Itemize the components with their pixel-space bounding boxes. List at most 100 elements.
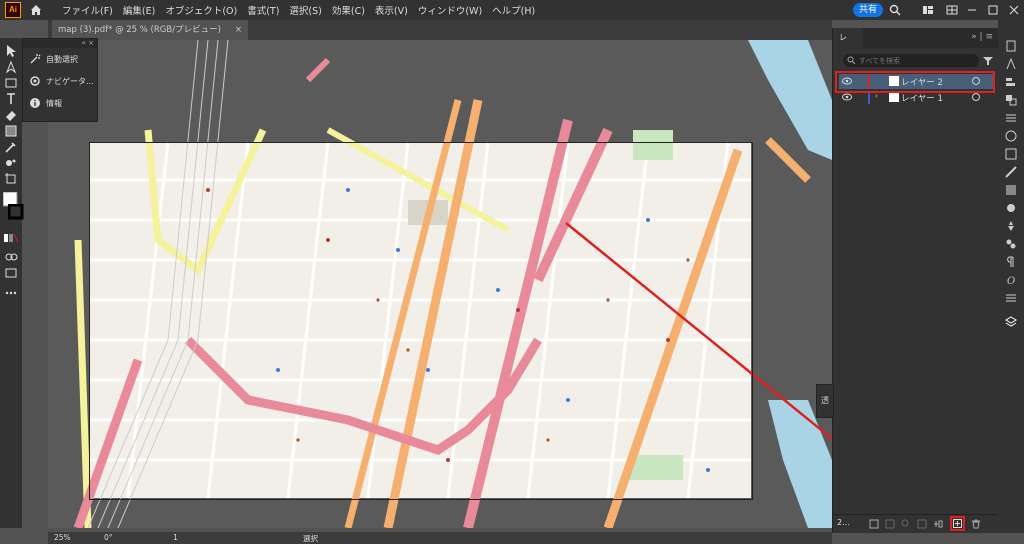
layers-icon[interactable] <box>1005 316 1017 328</box>
layers-search[interactable] <box>843 54 979 67</box>
new-sublayer-icon[interactable] <box>933 519 943 529</box>
share-button[interactable]: 共有 <box>853 3 883 17</box>
layer-target-icon[interactable] <box>972 93 980 101</box>
panel-item-label: 情報 <box>46 98 62 108</box>
zoom-level[interactable]: 25% <box>54 533 71 542</box>
app-logo: Ai <box>5 2 21 18</box>
pen-tool-icon[interactable] <box>4 60 18 74</box>
close-icon[interactable] <box>1008 4 1020 16</box>
panel-item-label: 自動選択 <box>46 54 78 64</box>
symbols-icon[interactable] <box>1005 220 1017 232</box>
artboard-number[interactable]: 1 <box>173 533 178 542</box>
rotation-value[interactable]: 0° <box>104 533 113 542</box>
document-tab-title: map (3).pdf* @ 25 % (RGB/プレビュー) <box>58 25 221 35</box>
stroke-swatch-icon[interactable] <box>8 204 24 220</box>
menu-type[interactable]: 書式(T) <box>242 3 284 17</box>
layers-panel-footer: 2... <box>833 514 999 533</box>
status-bar: 25% 0° 1 選択 <box>48 532 832 544</box>
expand-chevron-icon[interactable]: › <box>875 92 878 100</box>
panel-item-navigator[interactable]: ナビゲータ... <box>23 70 97 92</box>
search-icon <box>847 56 856 65</box>
artboards-icon[interactable] <box>1005 292 1017 304</box>
new-layer-icon <box>953 519 962 528</box>
new-layer-button[interactable] <box>950 516 965 531</box>
pathfinder-icon[interactable] <box>1005 94 1017 106</box>
layers-panel: レ » | ≡ レイヤー 2 › レイヤー 1 2... <box>832 28 999 533</box>
paragraph-icon[interactable] <box>1005 256 1017 268</box>
panel-item-label: ナビゲータ... <box>46 76 94 86</box>
layer-name[interactable]: レイヤー 1 <box>901 92 943 104</box>
rectangle-tool-icon[interactable] <box>4 76 18 90</box>
document-tab-bar: map (3).pdf* @ 25 % (RGB/プレビュー) × <box>48 20 832 40</box>
align-icon[interactable] <box>1005 76 1017 88</box>
color-guide-icon[interactable] <box>1005 130 1017 142</box>
collapsed-panels-flyout: « × 自動選択 ナビゲータ... 情報 <box>22 38 98 122</box>
panel-item-magic-wand[interactable]: 自動選択 <box>23 48 97 70</box>
current-tool: 選択 <box>303 534 318 543</box>
color-mode-icons[interactable] <box>4 232 18 246</box>
close-tab-icon[interactable]: × <box>235 20 242 40</box>
home-icon[interactable] <box>29 3 43 17</box>
menu-effect[interactable]: 効果(C) <box>327 3 370 17</box>
search-icon[interactable] <box>889 4 901 16</box>
menu-help[interactable]: ヘルプ(H) <box>487 3 540 17</box>
eyedropper-tool-icon[interactable] <box>4 140 18 154</box>
layer-thumbnail <box>889 92 899 102</box>
panel-tabs: レ » | ≡ <box>833 28 999 48</box>
tab-layers[interactable]: レ <box>833 28 863 48</box>
panel-menu-icon[interactable]: » | ≡ <box>971 32 993 42</box>
workspace-icon[interactable] <box>922 4 934 16</box>
info-icon <box>30 98 40 108</box>
filter-icon[interactable] <box>983 56 993 66</box>
character-icon[interactable] <box>1005 58 1017 70</box>
gradient-tool-icon[interactable] <box>4 124 18 138</box>
make-clipping-mask-icon[interactable] <box>917 519 927 529</box>
eraser-tool-icon[interactable] <box>4 108 18 122</box>
menu-bar: Ai ファイル(F) 編集(E) オブジェクト(O) 書式(T) 選択(S) 効… <box>0 0 1024 20</box>
minimize-icon[interactable] <box>966 4 978 16</box>
gradient-icon[interactable] <box>1005 184 1017 196</box>
magic-wand-icon <box>30 54 41 64</box>
symbol-sprayer-icon[interactable] <box>4 156 18 170</box>
menu-view[interactable]: 表示(V) <box>370 3 413 17</box>
highlight-box <box>835 71 995 93</box>
artboard-tool-icon[interactable] <box>4 172 18 186</box>
document-tab[interactable]: map (3).pdf* @ 25 % (RGB/プレビュー) × <box>52 20 248 40</box>
stroke-icon[interactable] <box>1005 166 1017 178</box>
draw-mode-icon[interactable] <box>4 250 18 264</box>
brushes-icon[interactable] <box>1005 238 1017 250</box>
transform-icon[interactable] <box>1005 112 1017 124</box>
trash-icon[interactable] <box>971 519 981 529</box>
artboard-border <box>89 142 753 500</box>
eye-icon[interactable] <box>842 93 852 101</box>
appearance-icon[interactable] <box>1005 202 1017 214</box>
more-tools-icon[interactable] <box>4 286 18 300</box>
screen-mode-icon[interactable] <box>4 266 18 280</box>
swatches-icon[interactable] <box>1005 148 1017 160</box>
svg-text:O: O <box>1007 276 1015 286</box>
type-tool-icon[interactable] <box>4 92 18 106</box>
maximize-icon[interactable] <box>987 4 999 16</box>
transparency-panel-collapsed[interactable]: 透 <box>816 384 834 418</box>
flyout-header: « × <box>23 39 97 48</box>
menu-file[interactable]: ファイル(F) <box>57 3 118 17</box>
menu-edit[interactable]: 編集(E) <box>118 3 160 17</box>
locate-object-icon[interactable] <box>885 519 895 529</box>
opentype-icon[interactable]: O <box>1005 274 1017 286</box>
menu-object[interactable]: オブジェクト(O) <box>160 3 242 17</box>
layer-count: 2... <box>837 518 850 527</box>
navigator-icon <box>30 76 40 86</box>
arrange-icon[interactable] <box>946 4 958 16</box>
document-canvas[interactable] <box>48 40 832 528</box>
tools-panel <box>0 38 24 528</box>
panel-icon-strip: O <box>998 20 1024 533</box>
search-layer-icon[interactable] <box>901 519 911 529</box>
menu-select[interactable]: 選択(S) <box>284 3 326 17</box>
menu-window[interactable]: ウィンドウ(W) <box>413 3 487 17</box>
search-input[interactable] <box>859 54 969 67</box>
selection-tool-icon[interactable] <box>4 44 18 58</box>
mini-panel-label: 透 <box>821 396 829 405</box>
properties-icon[interactable] <box>1005 40 1017 52</box>
panel-item-info[interactable]: 情報 <box>23 92 97 114</box>
collect-export-icon[interactable] <box>869 519 879 529</box>
